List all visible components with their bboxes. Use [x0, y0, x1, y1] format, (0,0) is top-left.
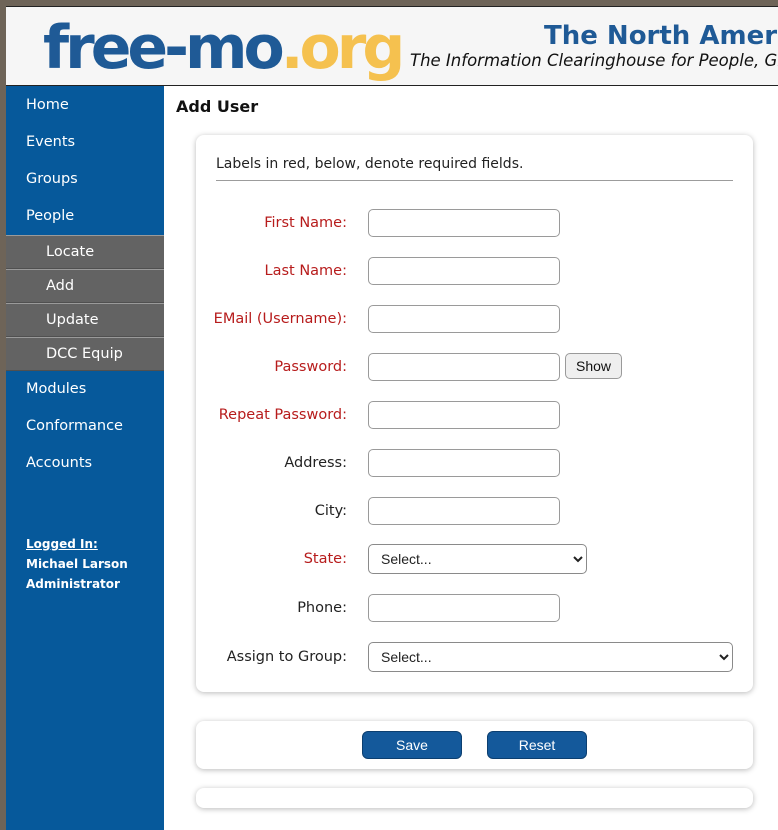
repeat-password-label: Repeat Password:	[218, 407, 347, 423]
sidebar-item-home[interactable]: Home	[6, 87, 164, 124]
phone-label: Phone:	[297, 600, 347, 616]
password-input[interactable]	[368, 353, 560, 381]
reset-button[interactable]: Reset	[487, 731, 587, 759]
group-select[interactable]: Select...	[368, 642, 733, 672]
repeat-password-row: Repeat Password:	[196, 400, 753, 430]
first-name-label: First Name:	[264, 215, 347, 231]
email-label: EMail (Username):	[213, 311, 347, 327]
email-input[interactable]	[368, 305, 560, 333]
sidebar-subitem-add[interactable]: Add	[6, 269, 164, 303]
email-row: EMail (Username):	[196, 304, 753, 334]
page: free-mo.org The North Americ The Informa…	[6, 6, 778, 830]
address-label: Address:	[284, 455, 347, 471]
main-content: Add User Labels in red, below, denote re…	[164, 86, 778, 830]
state-label: State:	[303, 551, 347, 567]
phone-row: Phone:	[196, 593, 753, 623]
password-label: Password:	[274, 359, 347, 375]
sidebar-item-accounts[interactable]: Accounts	[6, 445, 164, 482]
sidebar-subitem-update[interactable]: Update	[6, 303, 164, 337]
sidebar-item-groups[interactable]: Groups	[6, 161, 164, 198]
sidebar-item-events[interactable]: Events	[6, 124, 164, 161]
city-label: City:	[314, 503, 347, 519]
show-password-button[interactable]: Show	[565, 353, 622, 379]
logged-in-panel: Logged In: Michael Larson Administrator	[26, 534, 128, 594]
address-row: Address:	[196, 448, 753, 478]
repeat-password-input[interactable]	[368, 401, 560, 429]
city-input[interactable]	[368, 497, 560, 525]
save-button[interactable]: Save	[362, 731, 462, 759]
sidebar-subitem-dcc-equip[interactable]: DCC Equip	[6, 337, 164, 371]
group-label: Assign to Group:	[226, 649, 347, 665]
site-header: free-mo.org The North Americ The Informa…	[6, 6, 778, 86]
add-user-form-card: Labels in red, below, denote required fi…	[196, 135, 753, 692]
logo-text-secondary: .org	[280, 13, 406, 83]
site-tagline: The Information Clearinghouse for People…	[410, 51, 778, 70]
free-mo-logo[interactable]: free-mo.org	[43, 9, 406, 85]
password-row: Password: Show	[196, 352, 753, 382]
first-name-row: First Name:	[196, 208, 753, 238]
site-title: The North Americ	[544, 21, 778, 51]
last-name-input[interactable]	[368, 257, 560, 285]
logged-in-user-role: Administrator	[26, 577, 120, 591]
logo-text-primary: free-mo	[43, 13, 285, 83]
logged-in-user-name: Michael Larson	[26, 557, 128, 571]
city-row: City:	[196, 496, 753, 526]
logged-in-label: Logged In:	[26, 537, 98, 551]
form-actions-card: Save Reset	[196, 721, 753, 769]
first-name-input[interactable]	[368, 209, 560, 237]
state-row: State: Select...	[196, 544, 753, 574]
state-select[interactable]: Select...	[368, 544, 587, 574]
last-name-row: Last Name:	[196, 256, 753, 286]
sidebar-subitem-locate[interactable]: Locate	[6, 235, 164, 269]
group-row: Assign to Group: Select...	[196, 642, 753, 672]
sidebar-item-conformance[interactable]: Conformance	[6, 408, 164, 445]
address-input[interactable]	[368, 449, 560, 477]
page-title: Add User	[176, 97, 259, 116]
sidebar-nav: Home Events Groups People Locate Add Upd…	[6, 86, 164, 830]
sidebar-item-modules[interactable]: Modules	[6, 371, 164, 408]
empty-card	[196, 788, 753, 808]
required-fields-note: Labels in red, below, denote required fi…	[216, 156, 733, 181]
last-name-label: Last Name:	[264, 263, 347, 279]
phone-input[interactable]	[368, 594, 560, 622]
sidebar-item-people[interactable]: People	[6, 198, 164, 235]
